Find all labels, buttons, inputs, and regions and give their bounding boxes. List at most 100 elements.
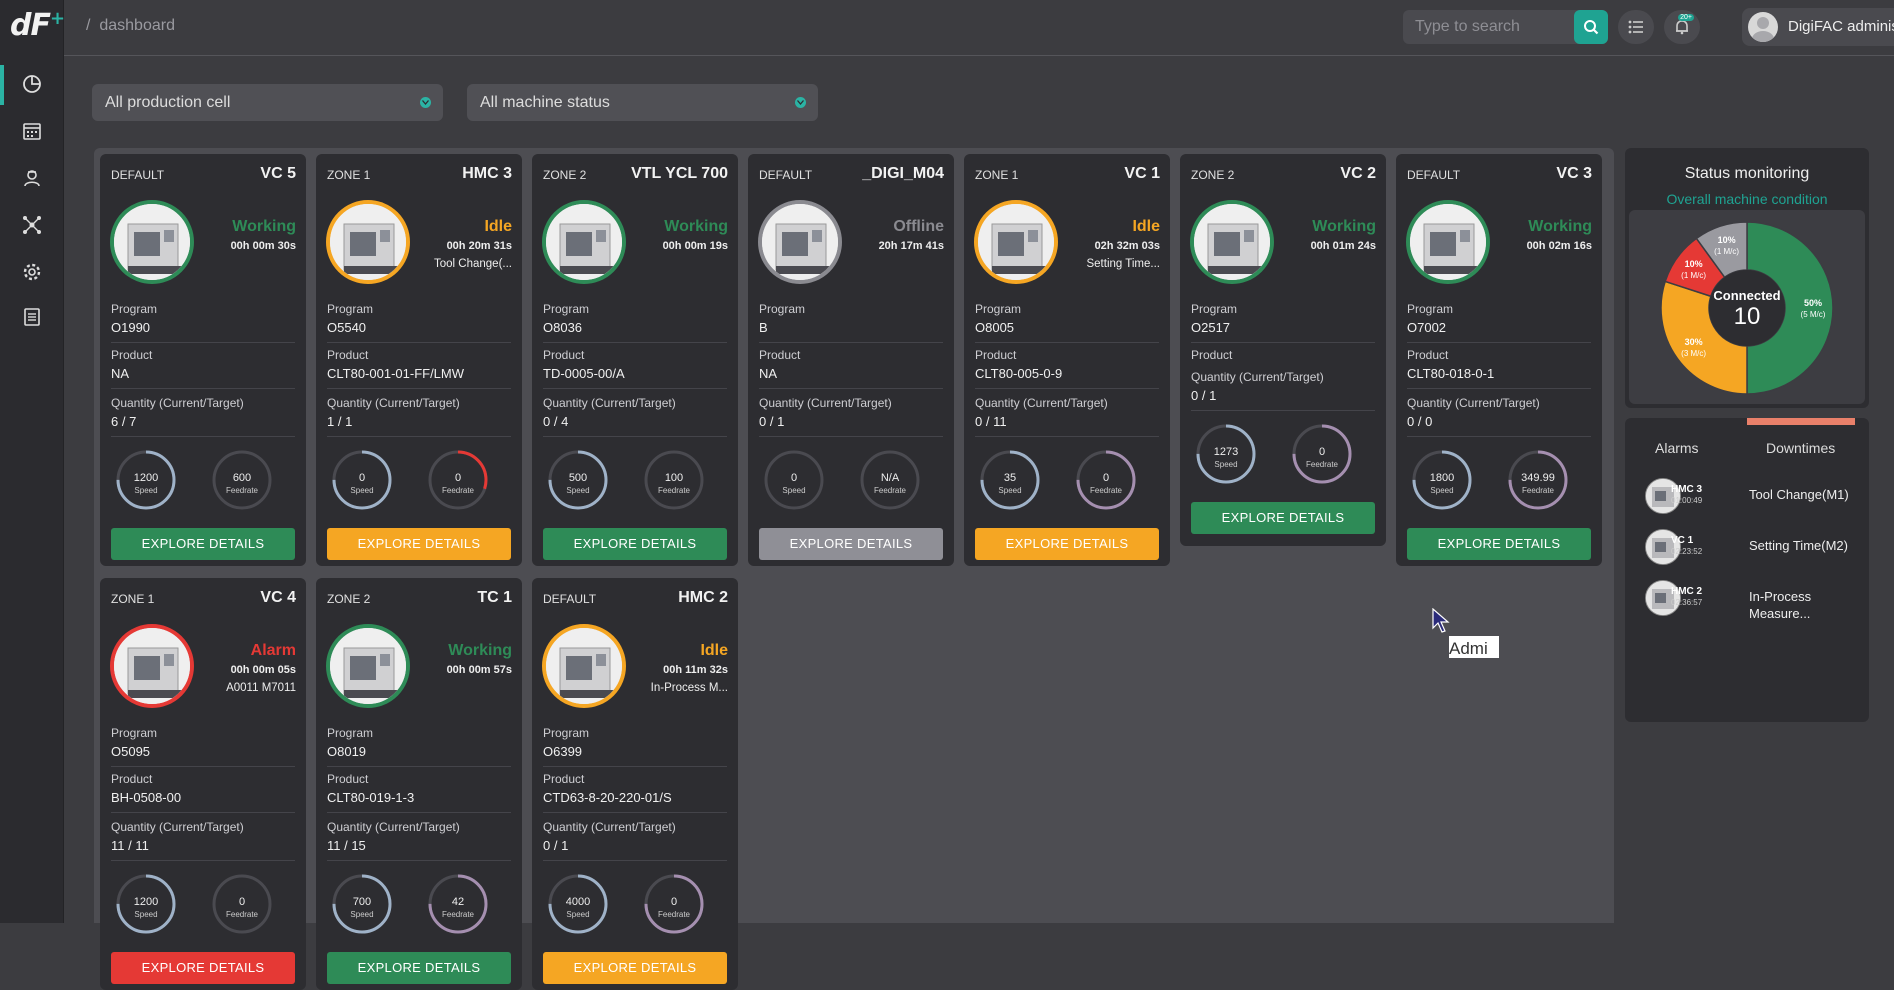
- search-button[interactable]: [1574, 10, 1608, 44]
- status-duration: 20h 17m 41s: [878, 240, 944, 252]
- machine-zone: DEFAULT: [543, 592, 597, 606]
- notifications-button[interactable]: 20+: [1664, 10, 1700, 44]
- alarm-row[interactable]: HMC 2 02:36:57 In-Process Measure...: [1645, 578, 1855, 622]
- list-view-button[interactable]: [1618, 10, 1654, 44]
- explore-details-button[interactable]: EXPLORE DETAILS: [1407, 528, 1591, 560]
- machine-card: ZONE 1 VC 1 Idle 02h 32m 03s Setting Time...…: [964, 154, 1170, 566]
- user-name: DigiFAC administrator: [1788, 18, 1894, 35]
- program-value: O8036: [543, 320, 583, 335]
- sidebar: dF+: [0, 0, 65, 923]
- product-value: CLT80-019-1-3: [327, 790, 415, 805]
- slice-count-label: (5 M/c): [1801, 310, 1826, 319]
- machine-zone: DEFAULT: [1407, 168, 1461, 182]
- operators-icon[interactable]: [18, 164, 46, 192]
- quantity-value: 1 / 1: [327, 414, 353, 429]
- machine-card: DEFAULT VC 3 Working 00h 02m 16s Program O700…: [1396, 154, 1602, 566]
- program-value: O8019: [327, 744, 367, 759]
- divider: [111, 766, 295, 767]
- quantity-value: 0 / 1: [543, 838, 569, 853]
- quantity-label: Quantity (Current/Target): [1407, 396, 1540, 410]
- quantity-value: 0 / 0: [1407, 414, 1433, 429]
- divider: [111, 342, 295, 343]
- network-icon[interactable]: [18, 211, 46, 239]
- explore-details-button[interactable]: EXPLORE DETAILS: [759, 528, 943, 560]
- explore-details-button[interactable]: EXPLORE DETAILS: [1191, 502, 1375, 534]
- machine-name: HMC 3: [462, 165, 512, 182]
- program-label: Program: [1407, 302, 1454, 316]
- quantity-value: 11 / 15: [327, 838, 366, 853]
- product-value: CLT80-005-0-9: [975, 366, 1063, 381]
- product-label: Product: [759, 348, 801, 362]
- machine-zone: ZONE 1: [975, 168, 1019, 182]
- divider: [111, 436, 295, 437]
- explore-details-button[interactable]: EXPLORE DETAILS: [543, 952, 727, 984]
- divider: [975, 342, 1159, 343]
- feedrate-gauge: 0 Feedrate: [642, 872, 706, 936]
- tooltip: Admi: [1449, 636, 1499, 658]
- divider: [543, 342, 727, 343]
- explore-details-button[interactable]: EXPLORE DETAILS: [111, 528, 295, 560]
- status-duration: 00h 00m 05s: [230, 664, 296, 676]
- quantity-label: Quantity (Current/Target): [759, 396, 892, 410]
- product-value: BH-0508-00: [111, 790, 182, 805]
- machine-photo: [110, 624, 194, 708]
- machine-photo: [758, 200, 842, 284]
- program-value: O8005: [975, 320, 1015, 335]
- app-logo[interactable]: dF+: [10, 8, 65, 43]
- donut-center-label: Connected: [1713, 288, 1780, 303]
- product-label: Product: [1191, 348, 1233, 362]
- quantity-value: 0 / 11: [975, 414, 1007, 429]
- quantity-value: 0 / 1: [759, 414, 785, 429]
- user-menu[interactable]: DigiFAC administrator: [1742, 8, 1894, 46]
- quantity-label: Quantity (Current/Target): [111, 396, 244, 410]
- notification-badge: 20+: [1678, 14, 1694, 21]
- alarm-description: Setting Time(M2): [1749, 538, 1848, 553]
- status-reason: In-Process M...: [650, 682, 728, 694]
- machine-card: ZONE 2 VTL YCL 700 Working 00h 00m 19s Progr…: [532, 154, 738, 566]
- machine-status-select[interactable]: All machine status: [467, 84, 818, 121]
- slice-percent-label: 30%: [1685, 337, 1703, 347]
- divider: [543, 860, 727, 861]
- machine-status: Working: [1312, 218, 1376, 235]
- machine-card: ZONE 2 VC 2 Working 00h 01m 24s Program O2517…: [1180, 154, 1386, 546]
- product-label: Product: [975, 348, 1017, 362]
- dashboard-icon[interactable]: [18, 70, 46, 98]
- feedrate-gauge: 600 Feedrate: [210, 448, 274, 512]
- feedrate-gauge: 349.99 Feedrate: [1506, 448, 1570, 512]
- machine-status: Working: [448, 642, 512, 659]
- settings-gear-icon[interactable]: [18, 258, 46, 286]
- machine-status: Idle: [484, 218, 512, 235]
- production-cell-select[interactable]: All production cell: [92, 84, 443, 121]
- alarm-row[interactable]: HMC 3 01:00:49 Tool Change(M1): [1645, 476, 1855, 520]
- breadcrumb-page[interactable]: dashboard: [99, 17, 175, 34]
- explore-details-button[interactable]: EXPLORE DETAILS: [327, 952, 511, 984]
- alarm-machine: HMC 2: [1671, 586, 1703, 597]
- machine-photo: [1406, 200, 1490, 284]
- alarm-row[interactable]: VC 1 02:23:52 Setting Time(M2): [1645, 527, 1855, 571]
- divider: [327, 436, 511, 437]
- search-input[interactable]: [1403, 10, 1568, 44]
- machine-status: Working: [1528, 218, 1592, 235]
- explore-details-button[interactable]: EXPLORE DETAILS: [111, 952, 295, 984]
- active-indicator: [0, 65, 4, 105]
- product-value: CLT80-018-0-1: [1407, 366, 1495, 381]
- divider: [327, 342, 511, 343]
- reports-icon[interactable]: [18, 303, 46, 331]
- explore-details-button[interactable]: EXPLORE DETAILS: [327, 528, 511, 560]
- machine-name: HMC 2: [678, 589, 728, 606]
- explore-details-button[interactable]: EXPLORE DETAILS: [975, 528, 1159, 560]
- feedrate-gauge: N/A Feedrate: [858, 448, 922, 512]
- quantity-label: Quantity (Current/Target): [975, 396, 1108, 410]
- program-label: Program: [975, 302, 1022, 316]
- calendar-icon[interactable]: [18, 117, 46, 145]
- machine-photo: [326, 624, 410, 708]
- tab-downtimes[interactable]: Downtimes: [1766, 440, 1835, 456]
- tab-alarms[interactable]: Alarms: [1655, 440, 1699, 456]
- machine-photo: [542, 624, 626, 708]
- explore-details-button[interactable]: EXPLORE DETAILS: [543, 528, 727, 560]
- speed-gauge: 1200 Speed: [114, 872, 178, 936]
- divider: [759, 342, 943, 343]
- product-value: TD-0005-00/A: [543, 366, 625, 381]
- program-label: Program: [543, 302, 590, 316]
- divider: [327, 860, 511, 861]
